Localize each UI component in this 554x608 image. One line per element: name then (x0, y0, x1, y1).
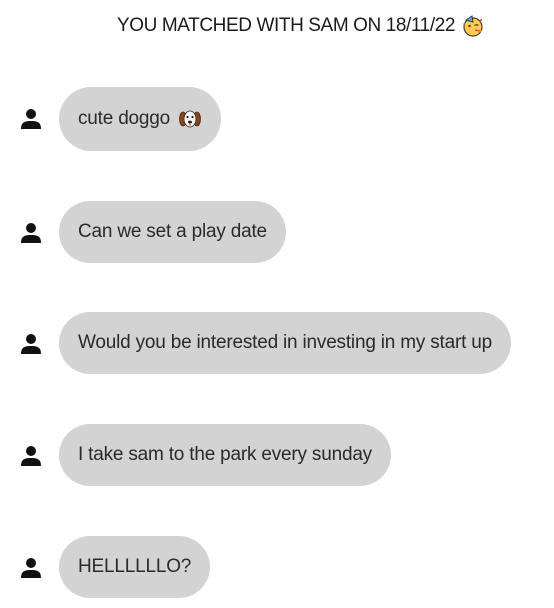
message-bubble: Can we set a play date (59, 201, 286, 263)
dog-face-icon (178, 107, 202, 131)
message-bubble: cute doggo (59, 87, 222, 151)
message-bubble: I take sam to the park every sunday (59, 424, 391, 486)
person-icon (21, 446, 41, 466)
party-face-icon (461, 14, 485, 38)
message-text: Would you be interested in investing in … (78, 332, 493, 353)
message-text: HELLLLLLO? (78, 556, 192, 577)
person-icon (21, 109, 41, 129)
message-text: Can we set a play date (78, 221, 267, 242)
person-icon (21, 558, 41, 578)
message-text: cute doggo (78, 108, 171, 129)
message-bubble: HELLLLLLO? (59, 536, 211, 598)
message-bubble: Would you be interested in investing in … (59, 312, 512, 374)
message-text: I take sam to the park every sunday (78, 444, 372, 465)
match-text: YOU MATCHED WITH SAM ON 18/11/22 (117, 15, 456, 36)
person-icon (21, 223, 41, 243)
person-icon (21, 334, 41, 354)
match-header: YOU MATCHED WITH SAM ON 18/11/22 (117, 13, 485, 39)
